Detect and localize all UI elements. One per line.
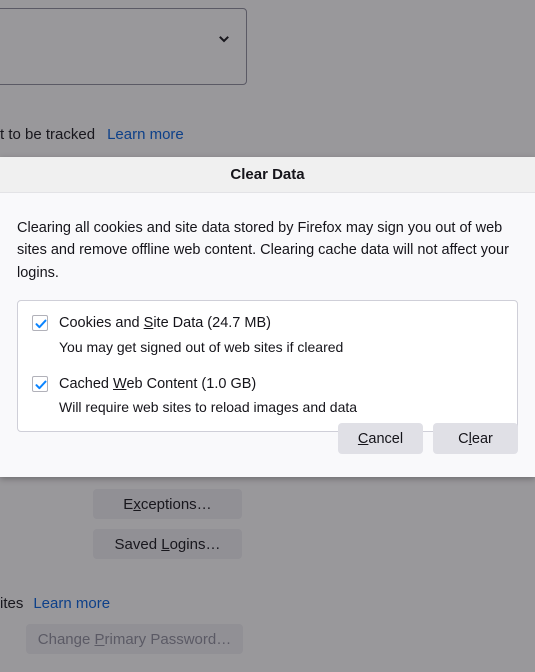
cookies-checkbox[interactable] bbox=[32, 315, 48, 332]
option-row-cache[interactable]: Cached Web Content (1.0 GB) Will require… bbox=[18, 375, 517, 417]
cached-web-content-checkbox-description: Will require web sites to reload images … bbox=[59, 399, 358, 416]
cached-web-content-checkbox[interactable] bbox=[32, 376, 48, 393]
cookies-checkbox-label[interactable]: Cookies and Site Data (24.7 MB) bbox=[59, 314, 343, 332]
dialog-description: Clearing all cookies and site data store… bbox=[17, 220, 509, 281]
checkmark-icon bbox=[35, 320, 47, 329]
dialog-button-row: Cancel Clear bbox=[338, 423, 518, 454]
cached-web-content-checkbox-label[interactable]: Cached Web Content (1.0 GB) bbox=[59, 375, 357, 393]
option-texts-cookies: Cookies and Site Data (24.7 MB) You may … bbox=[59, 314, 343, 356]
cookies-label-after: ite Data (24.7 MB) bbox=[153, 315, 271, 332]
clear-data-dialog: Clear Data Clearing all cookies and site… bbox=[0, 157, 535, 477]
clear-label-before: C bbox=[458, 430, 469, 447]
cache-accesskey: W bbox=[113, 376, 127, 393]
cache-label-after: eb Content (1.0 GB) bbox=[126, 376, 257, 393]
cancel-button[interactable]: Cancel bbox=[338, 423, 423, 454]
dialog-title: Clear Data bbox=[230, 166, 305, 183]
cookies-checkbox-description: You may get signed out of web sites if c… bbox=[59, 338, 344, 355]
cookies-label-before: Cookies and bbox=[59, 315, 144, 332]
dialog-body: Clearing all cookies and site data store… bbox=[0, 193, 535, 432]
checkmark-icon bbox=[35, 380, 47, 390]
cancel-accesskey: C bbox=[357, 430, 369, 447]
option-row-cookies[interactable]: Cookies and Site Data (24.7 MB) You may … bbox=[18, 314, 517, 356]
clear-label-after: ear bbox=[471, 430, 493, 447]
dialog-titlebar: Clear Data bbox=[0, 157, 535, 193]
cache-label-before: Cached bbox=[59, 376, 114, 393]
cookies-accesskey: S bbox=[143, 315, 154, 332]
option-texts-cache: Cached Web Content (1.0 GB) Will require… bbox=[59, 375, 357, 417]
clear-data-options-group: Cookies and Site Data (24.7 MB) You may … bbox=[17, 300, 518, 432]
cancel-label-after: ancel bbox=[368, 430, 404, 447]
clear-button[interactable]: Clear bbox=[433, 423, 518, 454]
